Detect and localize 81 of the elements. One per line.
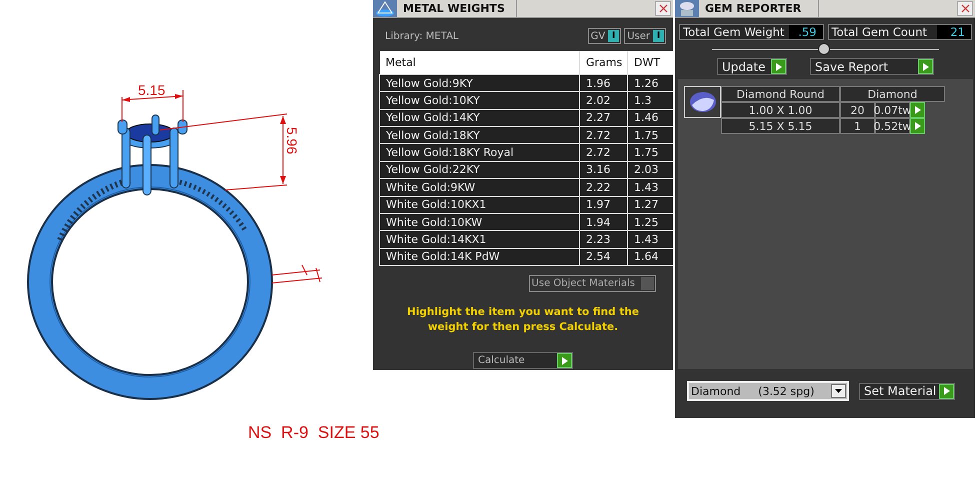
column-header[interactable]: Grams — [580, 51, 628, 74]
table-cell: 2.72 — [580, 126, 628, 144]
table-cell: Yellow Gold:9KY — [380, 74, 580, 92]
table-cell: 1.3 — [628, 92, 673, 110]
table-cell: 3.16 — [580, 161, 628, 179]
update-button[interactable]: Update — [717, 58, 787, 75]
panel-title: GEM REPORTER — [699, 0, 819, 17]
table-cell: 2.23 — [580, 230, 628, 248]
table-cell: 0.07tw — [875, 102, 910, 118]
material-dropdown[interactable]: Diamond (3.52 spg) — [687, 381, 849, 401]
table-cell: White Gold:9KW — [380, 178, 580, 196]
collapse-handle[interactable] — [818, 43, 830, 55]
play-icon — [944, 387, 950, 395]
library-toggle[interactable]: GV I — [588, 28, 622, 44]
calculate-button[interactable]: Calculate — [473, 352, 573, 369]
thickness-dimension-line — [272, 264, 322, 284]
report-icon — [678, 0, 696, 16]
table-cell: 2.54 — [580, 248, 628, 266]
table-cell: 1.43 — [628, 230, 673, 248]
table-cell: 1.00 X 1.00 — [721, 102, 840, 118]
table-cell: 1 — [840, 118, 875, 134]
table-cell: 1.75 — [628, 126, 673, 144]
table-cell: Yellow Gold:22KY — [380, 161, 580, 179]
column-header[interactable]: DWT — [628, 51, 673, 74]
table-cell: 1.94 — [580, 213, 628, 231]
set-material-button[interactable]: Set Material — [859, 382, 955, 400]
table-cell: Yellow Gold:18KY Royal — [380, 144, 580, 162]
total-label: Total Gem Weight — [683, 25, 784, 39]
table-cell: White Gold:10KX1 — [380, 196, 580, 214]
table-cell: Yellow Gold:18KY — [380, 126, 580, 144]
table-cell: 5.15 X 5.15 — [721, 118, 840, 134]
table-cell: Yellow Gold:10KY — [380, 92, 580, 110]
panel-title: METAL WEIGHTS — [397, 0, 517, 17]
column-header[interactable]: Metal — [380, 51, 580, 74]
library-toggle[interactable]: User I — [624, 28, 666, 44]
toggle-indicator: I — [653, 30, 664, 42]
total-value: 21 — [937, 25, 971, 39]
table-cell: 2.27 — [580, 109, 628, 127]
table-cell: 1.46 — [628, 109, 673, 127]
table-cell: 2.22 — [580, 178, 628, 196]
ring-size-caption: NS R-9 SIZE 55 — [248, 423, 380, 443]
table-cell: 1.26 — [628, 74, 673, 92]
instruction-text: Highlight the item you want to find the weight for then press Calculate. — [406, 305, 640, 335]
library-label: Library: METAL — [385, 30, 458, 42]
table-cell: 2.02 — [580, 92, 628, 110]
column-header: Diamond Round — [721, 86, 840, 102]
play-icon — [776, 62, 782, 70]
total-label: Total Gem Count — [832, 25, 928, 39]
close-icon — [658, 4, 668, 13]
table-cell: 20 — [840, 102, 875, 118]
save-report-button[interactable]: Save Report — [810, 58, 934, 75]
play-icon — [562, 356, 568, 364]
table-cell: 1.43 — [628, 178, 673, 196]
table-cell: 0.52tw — [875, 118, 910, 134]
close-button[interactable] — [957, 1, 973, 16]
gem-icon — [684, 86, 721, 118]
total-value: .59 — [788, 25, 822, 39]
table-cell: White Gold:14KX1 — [380, 230, 580, 248]
select-gem-button[interactable] — [910, 102, 925, 118]
table-cell: 1.97 — [580, 196, 628, 214]
table-cell: 1.25 — [628, 213, 673, 231]
column-header: Diamond — [840, 86, 945, 102]
play-icon — [922, 62, 928, 70]
table-cell: 1.27 — [628, 196, 673, 214]
dropdown-caret-icon — [835, 389, 842, 393]
close-icon — [960, 4, 970, 13]
pyramid-icon — [375, 0, 395, 16]
table-cell: 1.75 — [628, 144, 673, 162]
toggle-indicator: I — [608, 30, 620, 42]
table-cell: 2.72 — [580, 144, 628, 162]
table-cell: White Gold:14K PdW — [380, 248, 580, 266]
table-cell: 2.03 — [628, 161, 673, 179]
use-object-materials-checkbox[interactable]: Use Object Materials — [528, 275, 656, 292]
select-gem-button[interactable] — [910, 118, 925, 134]
table-cell: Yellow Gold:14KY — [380, 109, 580, 127]
table-cell: White Gold:10KW — [380, 213, 580, 231]
table-cell: 1.64 — [628, 248, 673, 266]
height-dimension-label: 5.96 — [284, 127, 300, 154]
close-button[interactable] — [655, 1, 671, 16]
table-cell: 1.96 — [580, 74, 628, 92]
width-dimension-label: 5.15 — [138, 82, 166, 98]
